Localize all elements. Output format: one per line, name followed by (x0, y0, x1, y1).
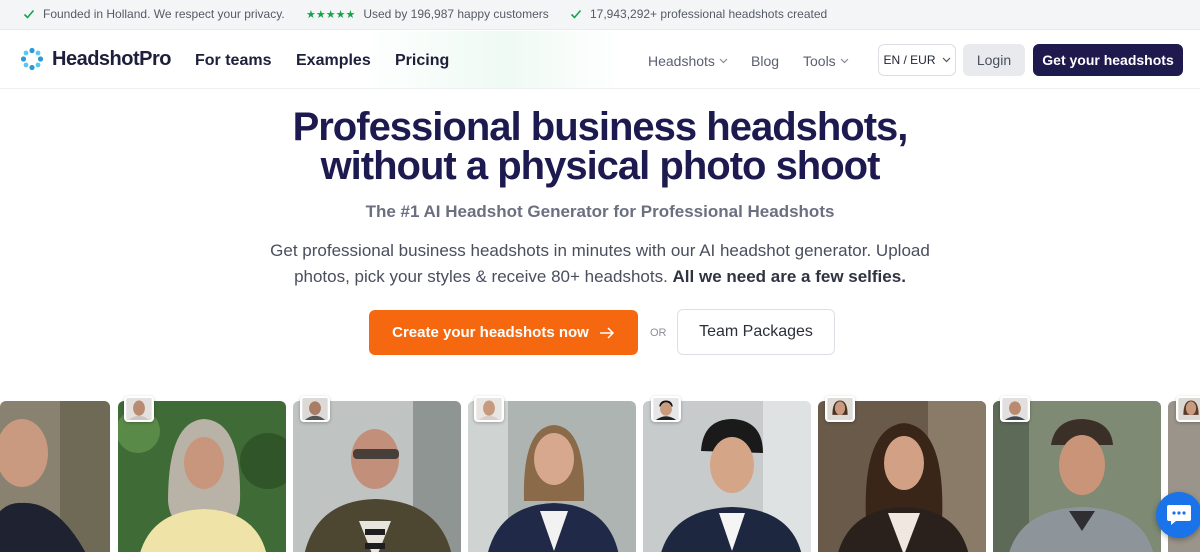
rating-stars-icon: ★★★★★ (306, 8, 356, 21)
language-currency-value: EN / EUR (883, 53, 936, 67)
nav-link-examples[interactable]: Examples (296, 52, 371, 70)
hero-description-bold: All we need are a few selfies. (672, 267, 906, 286)
nav-link-for-teams[interactable]: For teams (195, 52, 271, 70)
trust-item-label: 17,943,292+ professional headshots creat… (590, 7, 828, 21)
nav-link-blog[interactable]: Blog (751, 53, 779, 69)
chat-widget-button[interactable] (1156, 492, 1200, 538)
team-packages-button[interactable]: Team Packages (677, 309, 835, 355)
trust-item-label: Founded in Holland. We respect your priv… (43, 7, 285, 21)
headshot-photo (293, 401, 461, 552)
check-icon (23, 9, 35, 19)
headshot-photo (118, 401, 286, 552)
selfie-thumbnail (1176, 396, 1200, 422)
or-separator: OR (650, 327, 667, 339)
main-navigation: HeadshotPro For teams Examples Pricing H… (0, 31, 1200, 89)
chevron-down-icon (719, 58, 728, 64)
nav-dropdown-tools[interactable]: Tools (803, 53, 849, 69)
chat-bubble-icon (1167, 505, 1191, 525)
selfie-thumbnail (124, 396, 154, 422)
hero-description: Get professional business headshots in m… (250, 238, 950, 290)
headshot-photo (818, 401, 986, 552)
logo[interactable]: HeadshotPro (20, 47, 171, 71)
selfie-thumbnail (825, 396, 855, 422)
selfie-thumbnail (300, 396, 330, 422)
selfie-thumbnail (474, 396, 504, 422)
title-line-1: Professional business headshots, (292, 105, 909, 149)
nav-link-pricing[interactable]: Pricing (395, 52, 449, 70)
create-headshots-label: Create your headshots now (392, 324, 589, 341)
logo-text: HeadshotPro (52, 47, 171, 70)
check-icon (570, 9, 582, 19)
trust-item-privacy: Founded in Holland. We respect your priv… (23, 7, 285, 21)
nav-dropdown-label: Tools (803, 53, 836, 69)
nav-link-label: Blog (751, 53, 780, 69)
headshot-photo (468, 401, 636, 552)
selfie-thumbnail (651, 396, 681, 422)
trust-item-headshots: 17,943,292+ professional headshots creat… (570, 7, 827, 21)
page-title: Professional business headshots, without… (0, 105, 1200, 188)
trust-item-customers: ★★★★★ Used by 196,987 happy customers (306, 7, 549, 21)
chevron-down-icon (942, 57, 950, 63)
trust-bar: Founded in Holland. We respect your priv… (0, 0, 1200, 30)
headshot-photo (643, 401, 811, 552)
hero-subtitle: The #1 AI Headshot Generator for Profess… (365, 202, 835, 221)
nav-dropdown-headshots[interactable]: Headshots (648, 53, 728, 69)
logo-icon (20, 47, 44, 71)
selfie-thumbnail (1000, 396, 1030, 422)
title-line-2: without a physical photo shoot (320, 144, 881, 188)
get-headshots-button[interactable]: Get your headshots (1033, 44, 1183, 76)
login-button[interactable]: Login (963, 44, 1025, 76)
chevron-down-icon (840, 58, 849, 64)
arrow-right-icon (599, 326, 614, 339)
headshot-photo (993, 401, 1161, 552)
create-headshots-button[interactable]: Create your headshots now (369, 310, 638, 355)
headshot-photo (0, 401, 110, 552)
language-currency-select[interactable]: EN / EUR (878, 44, 956, 76)
trust-item-label: Used by 196,987 happy customers (363, 7, 549, 21)
nav-dropdown-label: Headshots (648, 53, 715, 69)
